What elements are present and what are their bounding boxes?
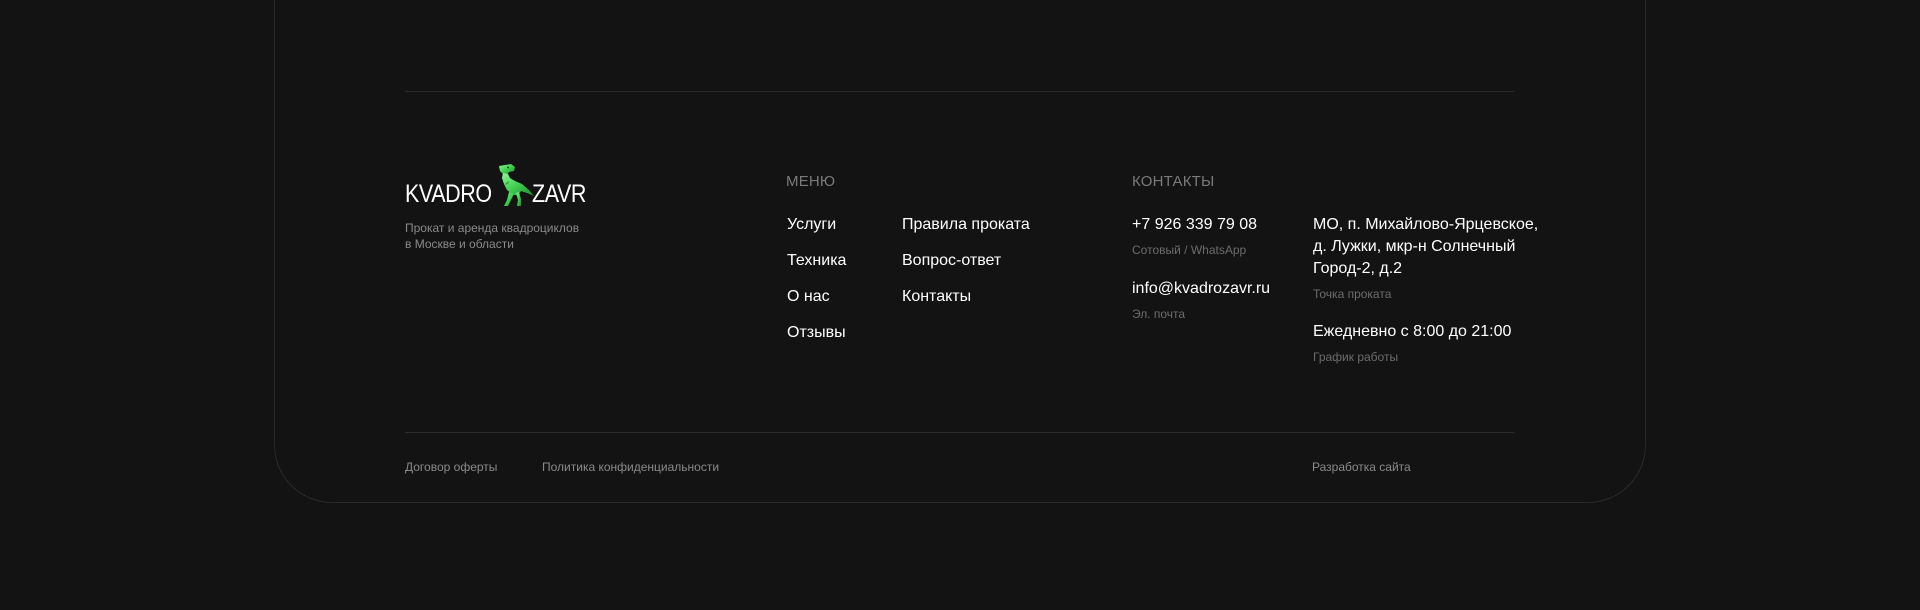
menu-item-contacts[interactable]: Контакты <box>902 286 1030 322</box>
address-line-3: Город-2, д.2 <box>1313 260 1403 277</box>
hours-block: Ежедневно с 8:00 до 21:00 График работы <box>1313 321 1511 365</box>
bottom-divider <box>405 432 1514 433</box>
address-block: МО, п. Михайлово-Ярцевское, д. Лужки, мк… <box>1313 214 1538 302</box>
offer-agreement-link[interactable]: Договор оферты <box>405 460 497 474</box>
email-block: info@kvadrozavr.ru Эл. почта <box>1132 278 1270 322</box>
brand-logo[interactable]: KVADRO ZAVR <box>405 160 595 212</box>
address-note: Точка проката <box>1313 287 1392 301</box>
contacts-title: КОНТАКТЫ <box>1132 173 1215 190</box>
hours-note: График работы <box>1313 350 1399 364</box>
address-line-2: д. Лужки, мкр-н Солнечный <box>1313 238 1516 255</box>
phone-note: Сотовый / WhatsApp <box>1132 243 1247 257</box>
menu-title: МЕНЮ <box>786 173 836 190</box>
brand-tagline: Прокат и аренда квадроциклов в Москве и … <box>405 220 605 252</box>
email-link[interactable]: info@kvadrozavr.ru <box>1132 278 1270 300</box>
phone-link[interactable]: +7 926 339 79 08 <box>1132 214 1257 236</box>
menu-item-services[interactable]: Услуги <box>787 214 846 250</box>
menu-column-1: Услуги Техника О нас Отзывы <box>787 214 846 358</box>
phone-block: +7 926 339 79 08 Сотовый / WhatsApp <box>1132 214 1257 258</box>
privacy-policy-link[interactable]: Политика конфиденциальности <box>542 460 719 474</box>
menu-item-vehicles[interactable]: Техника <box>787 250 846 286</box>
email-note: Эл. почта <box>1132 307 1186 321</box>
menu-column-2: Правила проката Вопрос-ответ Контакты <box>902 214 1030 322</box>
dinosaur-icon <box>499 164 534 206</box>
working-hours: Ежедневно с 8:00 до 21:00 <box>1313 323 1512 340</box>
tagline-line-2: в Москве и области <box>405 237 514 251</box>
address-line-1: МО, п. Михайлово-Ярцевское, <box>1313 216 1539 233</box>
menu-item-rental-rules[interactable]: Правила проката <box>902 214 1030 250</box>
logo-word-right: ZAVR <box>532 180 587 208</box>
top-divider <box>405 91 1514 92</box>
logo-word-left: KVADRO <box>405 180 492 208</box>
site-development-link[interactable]: Разработка сайта <box>1312 460 1411 474</box>
tagline-line-1: Прокат и аренда квадроциклов <box>405 221 580 235</box>
menu-item-about[interactable]: О нас <box>787 286 846 322</box>
menu-item-reviews[interactable]: Отзывы <box>787 322 846 358</box>
menu-item-faq[interactable]: Вопрос-ответ <box>902 250 1030 286</box>
